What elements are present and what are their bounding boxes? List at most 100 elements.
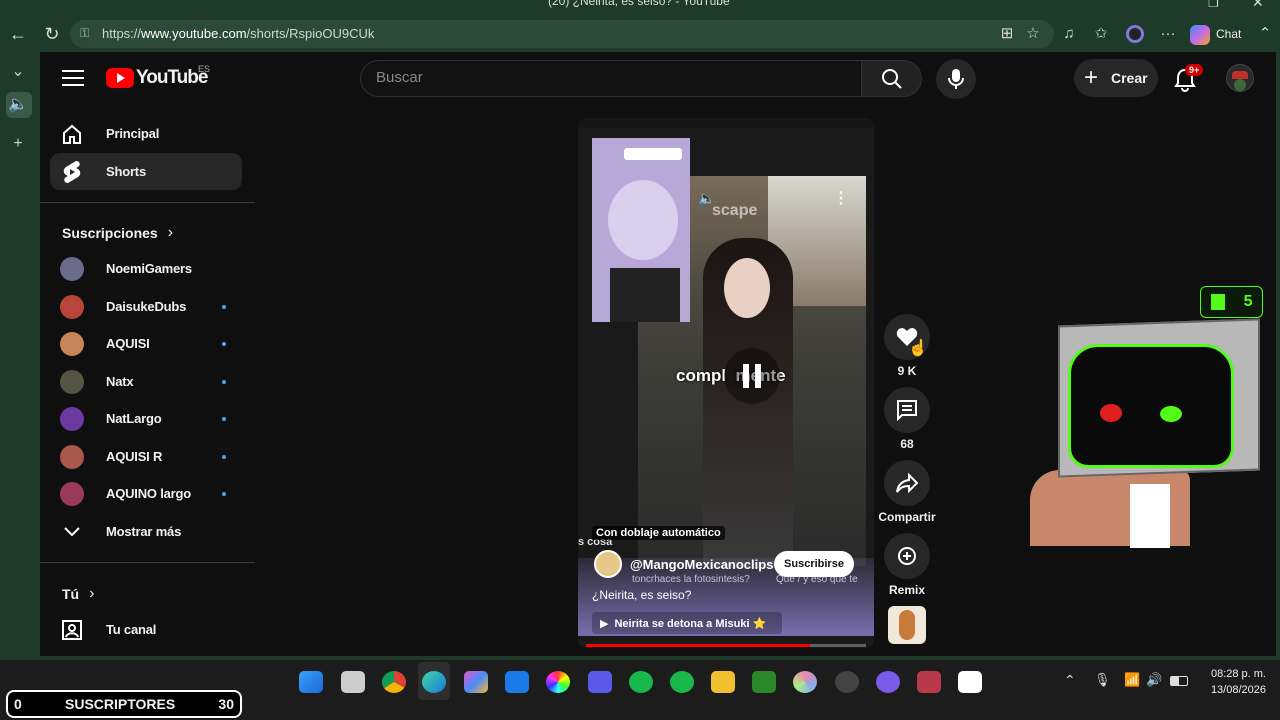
copilot-icon <box>1190 24 1210 45</box>
vtuber-outfit <box>610 268 680 322</box>
outlook-icon[interactable] <box>505 671 529 693</box>
sidebar-item-subscription[interactable]: NoemiGamers <box>50 250 242 287</box>
subscribe-button[interactable]: Suscribirse <box>774 551 854 577</box>
playlist-label: Neirita se detona a Misuki ⭐ <box>614 617 767 630</box>
channel-avatar <box>60 406 84 431</box>
file-explorer-icon[interactable] <box>711 671 735 693</box>
voice-search-button[interactable] <box>936 59 976 99</box>
show-more-button[interactable]: Mostrar más <box>50 513 242 550</box>
app-green-icon[interactable] <box>629 671 653 693</box>
add-icon[interactable]: + <box>6 132 30 156</box>
new-content-dot <box>222 491 226 496</box>
sidebar-item-subscription[interactable]: AQUINO largo <box>50 475 242 512</box>
search-placeholder: Buscar <box>376 69 423 86</box>
back-icon[interactable]: ← <box>6 22 30 46</box>
show-more-label: Mostrar más <box>106 524 182 539</box>
search-button[interactable] <box>862 60 922 97</box>
edge-icon[interactable] <box>422 671 446 693</box>
site-info-icon[interactable]: ⚿ <box>80 26 89 41</box>
copilot-app-icon[interactable] <box>464 671 488 693</box>
photos-icon[interactable] <box>793 671 817 693</box>
sidebar-divider <box>40 202 255 203</box>
chrome-icon[interactable] <box>382 671 406 693</box>
sidebar-item-label: Principal <box>106 126 160 141</box>
favorite-star-icon[interactable]: ☆ <box>1022 23 1044 45</box>
playlist-chip[interactable]: ▶ Neirita se detona a Misuki ⭐ <box>592 612 782 634</box>
tray-chevron-icon[interactable]: ⌃ <box>1064 672 1076 689</box>
like-count: 9 K <box>897 364 917 378</box>
you-heading[interactable]: Tú › <box>62 585 94 603</box>
chevron-down-icon <box>60 520 84 544</box>
tray-mic-icon[interactable]: 🎙 <box>1094 672 1111 688</box>
video-more-icon[interactable]: ⋮ <box>833 188 849 208</box>
obs-icon[interactable] <box>546 671 570 693</box>
vtuber-subscribe-sticker <box>624 148 682 160</box>
excel-icon[interactable] <box>752 671 776 693</box>
capcut-icon[interactable] <box>958 671 982 693</box>
video-face <box>724 258 770 318</box>
pause-icon <box>743 364 749 388</box>
green-eye <box>1160 406 1182 422</box>
wifi-icon[interactable]: 📶 <box>1124 672 1140 688</box>
account-avatar[interactable] <box>1226 64 1254 92</box>
start-icon[interactable] <box>299 671 323 693</box>
favorites-icon[interactable]: ✩ <box>1090 23 1112 45</box>
sub-counter-label: SUSCRIPTORES <box>65 696 176 712</box>
remix-icon <box>898 547 916 565</box>
notification-badge: 9+ <box>1185 64 1204 76</box>
more-options-icon[interactable]: ··· <box>1157 23 1179 45</box>
sub-counter-goal: 30 <box>218 696 234 712</box>
battery-icon[interactable] <box>1170 676 1188 686</box>
remix-button[interactable] <box>884 533 930 579</box>
url-host: www.youtube.com <box>141 26 247 41</box>
new-content-dot <box>222 454 226 459</box>
sidebar-item-shorts[interactable]: Shorts <box>50 153 242 190</box>
notifications-button[interactable]: 9+ <box>1172 64 1204 92</box>
channel-handle[interactable]: @MangoMexicanoclips <box>630 557 773 572</box>
volume-tray-icon[interactable]: 🔊 <box>1146 672 1162 688</box>
sidebar-item-subscription[interactable]: AQUISI <box>50 325 242 362</box>
subscriptions-heading[interactable]: Suscripciones › <box>62 224 173 242</box>
search-input[interactable] <box>360 60 862 97</box>
pause-button[interactable] <box>724 348 780 404</box>
app-red-icon[interactable] <box>917 671 941 693</box>
youtube-logo[interactable]: YouTube <box>106 67 208 89</box>
create-button[interactable]: + Crear <box>1074 59 1158 97</box>
media-control-icon[interactable]: ♫ <box>1058 23 1080 45</box>
channel-avatar[interactable] <box>594 550 622 578</box>
app-available-icon[interactable]: ⊞ <box>996 23 1018 45</box>
chat-app-icon[interactable] <box>876 671 900 693</box>
sidebar-item-subscription[interactable]: AQUISI R <box>50 438 242 475</box>
channel-avatar <box>60 444 84 469</box>
new-content-dot <box>222 379 226 384</box>
profile-icon[interactable] <box>1124 23 1146 45</box>
short-title[interactable]: ¿Neirita, es seiso? <box>592 588 691 602</box>
url-text[interactable]: https://www.youtube.com/shorts/RspioOU9C… <box>102 26 374 41</box>
progress-track[interactable] <box>586 644 866 647</box>
reload-icon[interactable]: ↻ <box>40 22 64 46</box>
short-video-player[interactable]: 🔈 scape ⋮ compl mente s cosa Con doblaje… <box>578 118 874 648</box>
share-icon <box>896 473 918 493</box>
sidebar-item-your-channel[interactable]: Tu canal <box>50 611 242 648</box>
share-button[interactable] <box>884 460 930 506</box>
sidebar-item-subscription[interactable]: DaisukeDubs <box>50 288 242 325</box>
logo-text: YouTube <box>136 67 208 88</box>
sidebar-item-subscription[interactable]: Natx <box>50 363 242 400</box>
spotify-icon[interactable] <box>670 671 694 693</box>
sidebar-item-subscription[interactable]: NatLargo <box>50 400 242 437</box>
task-view-icon[interactable] <box>341 671 365 693</box>
comments-button[interactable] <box>884 387 930 433</box>
sidebar-item-principal[interactable]: Principal <box>50 115 242 152</box>
restore-icon[interactable]: ❐ <box>1208 0 1219 10</box>
menu-icon[interactable] <box>62 68 84 86</box>
clock-date[interactable]: 13/08/2026 <box>1200 684 1266 696</box>
teams-icon[interactable] <box>588 671 612 693</box>
close-window-icon[interactable]: ✕ <box>1252 0 1264 11</box>
sidebar-toggle-icon[interactable]: ⌃ <box>1254 23 1276 45</box>
chevron-down-icon[interactable]: ⌄ <box>6 60 30 84</box>
sound-thumbnail[interactable] <box>888 606 926 644</box>
clock-time[interactable]: 08:28 p. m. <box>1200 668 1266 680</box>
copilot-chat-button[interactable]: Chat <box>1190 22 1241 46</box>
app-gray-icon[interactable] <box>835 671 859 693</box>
streamer-avatar-overlay <box>1030 318 1280 550</box>
